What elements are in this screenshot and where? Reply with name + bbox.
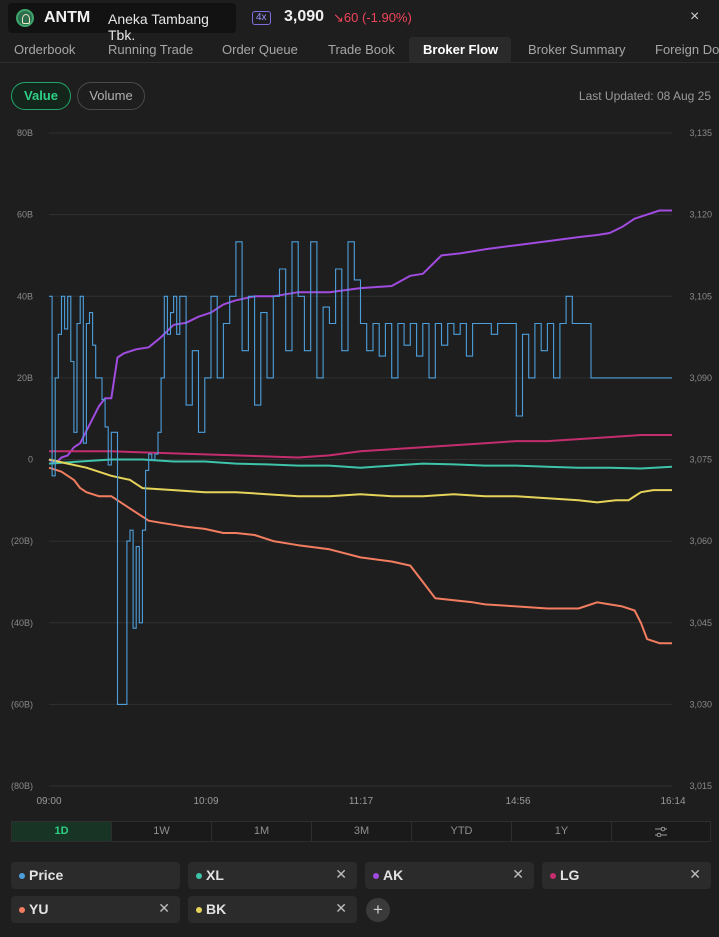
period-ytd[interactable]: YTD [412, 822, 512, 841]
y-left-tick-label: (60B) [11, 699, 33, 709]
remove-icon[interactable]: ✕ [512, 866, 524, 883]
y-left-tick-label: (40B) [11, 618, 33, 628]
chip-label: BK [206, 901, 227, 917]
tab-running-trade[interactable]: Running Trade [94, 37, 207, 62]
chip-label: YU [29, 901, 49, 917]
tab-foreign-dom[interactable]: Foreign Dom [641, 37, 719, 62]
y-right-tick-label: 3,030 [689, 699, 712, 709]
y-right-tick-label: 3,090 [689, 373, 712, 383]
series-line-ak [48, 209, 672, 465]
chip-lg[interactable]: LG ✕ [542, 862, 711, 889]
remove-icon[interactable]: ✕ [689, 866, 701, 883]
y-right-tick-label: 3,015 [689, 781, 712, 791]
last-price: 3,090 [284, 8, 325, 25]
series-dot-icon [19, 873, 25, 879]
chip-label: AK [383, 867, 404, 883]
x-tick-label: 10:09 [193, 796, 218, 807]
value-toggle[interactable]: Value [11, 82, 71, 110]
broker-flow-chart: 80B 3,135 60B 3,120 40B 3,105 20B 3,090 0 3,075 (2… [11, 128, 712, 807]
chip-label: Price [29, 867, 64, 883]
y-left-tick-label: 60B [17, 210, 33, 220]
chart-settings-button[interactable] [612, 822, 710, 841]
series-line-xl [48, 458, 673, 470]
company-logo-icon [16, 9, 34, 27]
ticker-box[interactable]: ANTM Aneka Tambang Tbk. [8, 3, 236, 43]
tab-bar: Orderbook Running Trade Order Queue Trad… [0, 37, 719, 63]
tab-order-queue[interactable]: Order Queue [208, 37, 312, 62]
y-left-tick-label: (20B) [11, 536, 33, 546]
series-line-price [49, 241, 672, 705]
y-right-tick-label: 3,120 [689, 210, 712, 220]
last-updated: Last Updated: 08 Aug 25 [578, 89, 711, 103]
chip-label: XL [206, 867, 224, 883]
remove-icon[interactable]: ✕ [335, 900, 347, 917]
header-bar: ANTM Aneka Tambang Tbk. 4x 3,090 ↘60 (-1… [0, 0, 719, 43]
chip-bk[interactable]: BK ✕ [188, 896, 357, 923]
boost-badge: 4x [252, 11, 271, 25]
y-right-tick-label: 3,045 [689, 618, 712, 628]
volume-toggle[interactable]: Volume [77, 82, 145, 110]
series-line-lg [49, 434, 672, 459]
tab-trade-book[interactable]: Trade Book [314, 37, 409, 62]
y-left-tick-label: 20B [17, 373, 33, 383]
chip-price[interactable]: Price [11, 862, 180, 889]
y-right-tick-label: 3,075 [689, 455, 712, 465]
period-1d[interactable]: 1D [12, 822, 112, 841]
y-left-tick-label: 0 [28, 455, 33, 465]
y-right-tick-label: 3,105 [689, 291, 712, 301]
ticker-symbol: ANTM [44, 9, 91, 26]
settings-sliders-icon [655, 826, 667, 838]
y-right-tick-label: 3,060 [689, 536, 712, 546]
series-dot-icon [196, 907, 202, 913]
period-1m[interactable]: 1M [212, 822, 312, 841]
tab-broker-summary[interactable]: Broker Summary [514, 37, 640, 62]
add-broker-button[interactable]: + [366, 898, 390, 922]
x-tick-label: 11:17 [349, 796, 374, 807]
series-dot-icon [550, 873, 556, 879]
series-line-bk [48, 458, 672, 504]
period-1y[interactable]: 1Y [512, 822, 612, 841]
period-1w[interactable]: 1W [112, 822, 212, 841]
y-left-tick-label: (80B) [11, 781, 33, 791]
chip-label: LG [560, 867, 580, 883]
x-tick-label: 16:14 [660, 796, 685, 807]
remove-icon[interactable]: ✕ [158, 900, 170, 917]
y-left-tick-label: 80B [17, 128, 33, 138]
period-3m[interactable]: 3M [312, 822, 412, 841]
chip-yu[interactable]: YU ✕ [11, 896, 180, 923]
y-right-tick-label: 3,135 [689, 128, 712, 138]
y-left-tick-label: 40B [17, 291, 33, 301]
close-icon[interactable]: × [690, 8, 699, 26]
chip-ak[interactable]: AK ✕ [365, 862, 534, 889]
tab-orderbook[interactable]: Orderbook [0, 37, 89, 62]
x-tick-label: 14:56 [505, 796, 530, 807]
x-tick-label: 09:00 [36, 796, 61, 807]
period-selector: 1D 1W 1M 3M YTD 1Y [11, 821, 711, 842]
series-dot-icon [373, 873, 379, 879]
tab-broker-flow[interactable]: Broker Flow [409, 37, 511, 62]
remove-icon[interactable]: ✕ [335, 866, 347, 883]
chip-xl[interactable]: XL ✕ [188, 862, 357, 889]
price-change: ↘60 (-1.90%) [333, 10, 412, 25]
series-dot-icon [19, 907, 25, 913]
series-dot-icon [196, 873, 202, 879]
